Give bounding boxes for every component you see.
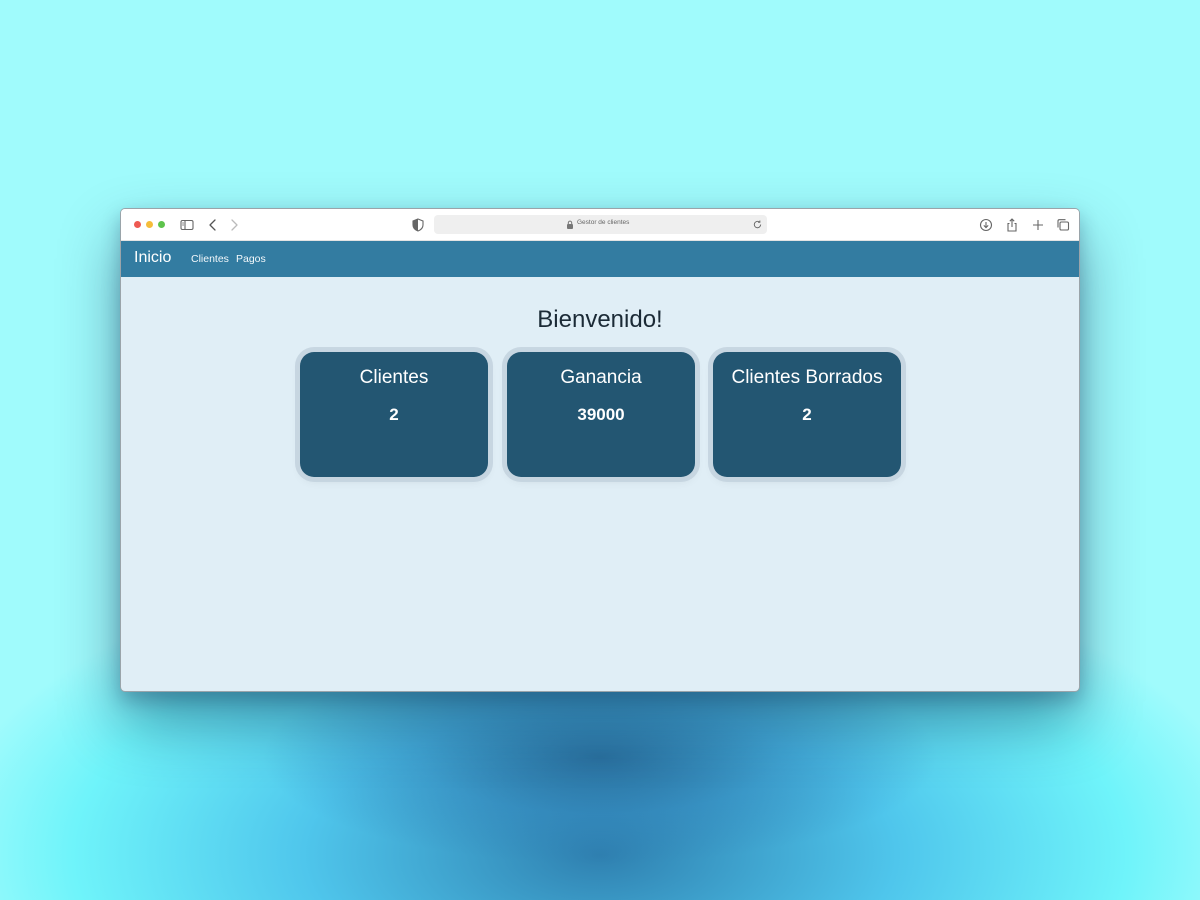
- nav-link-clientes[interactable]: Clientes: [191, 253, 229, 265]
- card-value: 2: [802, 405, 812, 424]
- browser-toolbar: Gestor de clientes: [121, 209, 1079, 241]
- tabs-overview-icon[interactable]: [1055, 217, 1071, 233]
- stat-card-clientes-borrados: Clientes Borrados 2: [713, 352, 901, 477]
- plus-icon[interactable]: [1030, 217, 1046, 233]
- address-bar[interactable]: Gestor de clientes: [434, 215, 767, 234]
- minimize-window-button[interactable]: [146, 221, 153, 228]
- lock-icon: [567, 220, 573, 229]
- page-title: Bienvenido!: [537, 306, 663, 333]
- zoom-window-button[interactable]: [158, 221, 165, 228]
- close-window-button[interactable]: [134, 221, 141, 228]
- address-text: Gestor de clientes: [577, 219, 630, 226]
- card-value: 2: [389, 405, 399, 424]
- sidebar-toggle-icon[interactable]: [179, 217, 195, 233]
- site-navbar: Inicio Clientes Pagos: [121, 241, 1079, 277]
- shield-icon[interactable]: [410, 217, 426, 233]
- browser-window: Gestor de clientes Inicio Clientes Pagos…: [120, 208, 1080, 692]
- stat-card-ganancia: Ganancia 39000: [507, 352, 695, 477]
- stat-card-clientes: Clientes 2: [300, 352, 488, 477]
- chevron-left-icon[interactable]: [205, 217, 221, 233]
- card-title: Clientes: [359, 367, 429, 388]
- card-title: Clientes Borrados: [731, 367, 883, 388]
- reload-icon[interactable]: [752, 219, 763, 230]
- card-title: Ganancia: [560, 367, 642, 388]
- share-icon[interactable]: [1004, 217, 1020, 233]
- card-value: 39000: [577, 405, 625, 424]
- download-icon[interactable]: [978, 217, 994, 233]
- nav-link-pagos[interactable]: Pagos: [236, 253, 266, 265]
- chevron-right-icon[interactable]: [226, 217, 242, 233]
- main-content: Bienvenido! Clientes 2 Ganancia 39000 Cl…: [121, 277, 1079, 691]
- nav-brand-inicio[interactable]: Inicio: [134, 249, 171, 267]
